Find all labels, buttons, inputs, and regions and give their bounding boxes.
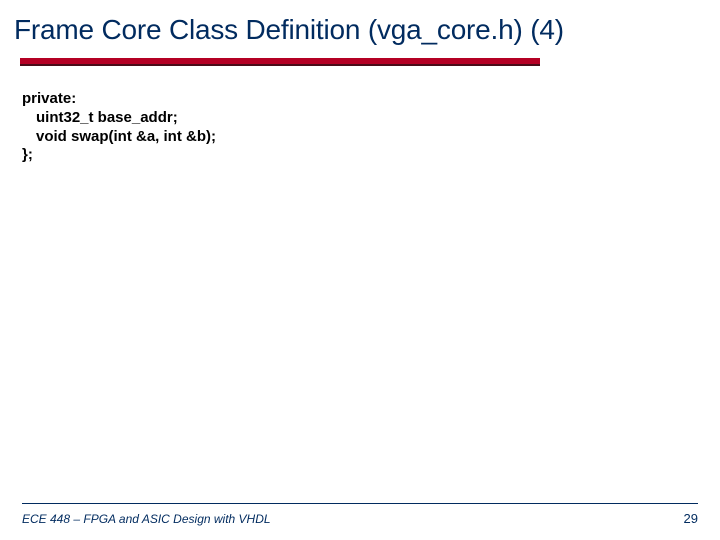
code-line-closebrace: }; [22, 146, 698, 165]
footer-text: ECE 448 – FPGA and ASIC Design with VHDL [22, 512, 271, 526]
slide: Frame Core Class Definition (vga_core.h)… [0, 0, 720, 540]
title-rule [20, 58, 540, 66]
code-line-swap: void swap(int &a, int &b); [22, 128, 698, 147]
slide-title: Frame Core Class Definition (vga_core.h)… [14, 14, 564, 46]
code-line-private: private: [22, 90, 698, 109]
code-block: private: uint32_t base_addr; void swap(i… [22, 90, 698, 165]
page-number: 29 [684, 511, 698, 526]
code-line-baseaddr: uint32_t base_addr; [22, 109, 698, 128]
footer-rule [22, 503, 698, 504]
